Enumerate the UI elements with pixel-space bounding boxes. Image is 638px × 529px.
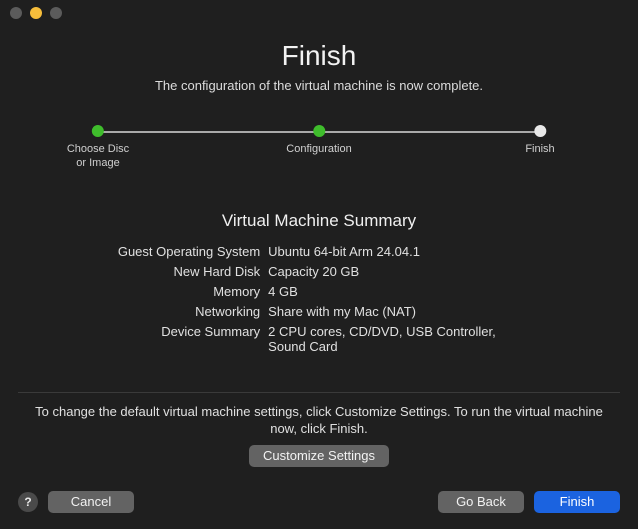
step-label: Configuration	[286, 143, 351, 157]
minimize-window-button[interactable]	[30, 7, 42, 19]
page-subtitle: The configuration of the virtual machine…	[0, 78, 638, 93]
vm-summary: Virtual Machine Summary Guest Operating …	[0, 211, 638, 356]
summary-label: Networking	[114, 301, 264, 321]
summary-row: Networking Share with my Mac (NAT)	[114, 301, 524, 321]
summary-value: 4 GB	[264, 281, 524, 301]
close-window-button[interactable]	[10, 7, 22, 19]
summary-row: Device Summary 2 CPU cores, CD/DVD, USB …	[114, 321, 524, 356]
bottom-area: To change the default virtual machine se…	[0, 392, 638, 529]
footer-buttons: ? Cancel Go Back Finish	[0, 491, 638, 529]
titlebar	[0, 0, 638, 26]
help-button[interactable]: ?	[18, 492, 38, 512]
wizard-header: Finish The configuration of the virtual …	[0, 40, 638, 93]
step-dot-icon	[534, 125, 546, 137]
step-dot-icon	[313, 125, 325, 137]
summary-row: Guest Operating System Ubuntu 64-bit Arm…	[114, 241, 524, 261]
customize-settings-button[interactable]: Customize Settings	[249, 445, 389, 467]
go-back-button[interactable]: Go Back	[438, 491, 524, 513]
cancel-button[interactable]: Cancel	[48, 491, 134, 513]
step-configuration: Configuration	[286, 125, 351, 157]
step-finish: Finish	[525, 125, 554, 157]
step-label: Finish	[525, 143, 554, 157]
summary-value: Share with my Mac (NAT)	[264, 301, 524, 321]
summary-label: Device Summary	[114, 321, 264, 356]
summary-table: Guest Operating System Ubuntu 64-bit Arm…	[114, 241, 524, 356]
step-choose-disc: Choose Disc or Image	[67, 125, 129, 171]
divider	[18, 392, 620, 393]
page-title: Finish	[0, 40, 638, 72]
summary-value: Ubuntu 64-bit Arm 24.04.1	[264, 241, 524, 261]
step-label: Choose Disc or Image	[67, 143, 129, 171]
wizard-steps: Choose Disc or Image Configuration Finis…	[84, 125, 554, 175]
summary-value: 2 CPU cores, CD/DVD, USB Controller, Sou…	[264, 321, 524, 356]
summary-heading: Virtual Machine Summary	[0, 211, 638, 231]
finish-button[interactable]: Finish	[534, 491, 620, 513]
step-dot-icon	[92, 125, 104, 137]
summary-row: Memory 4 GB	[114, 281, 524, 301]
instruction-note: To change the default virtual machine se…	[0, 403, 638, 438]
help-icon: ?	[24, 495, 31, 509]
summary-label: Guest Operating System	[114, 241, 264, 261]
summary-label: Memory	[114, 281, 264, 301]
summary-value: Capacity 20 GB	[264, 261, 524, 281]
zoom-window-button[interactable]	[50, 7, 62, 19]
summary-row: New Hard Disk Capacity 20 GB	[114, 261, 524, 281]
summary-label: New Hard Disk	[114, 261, 264, 281]
